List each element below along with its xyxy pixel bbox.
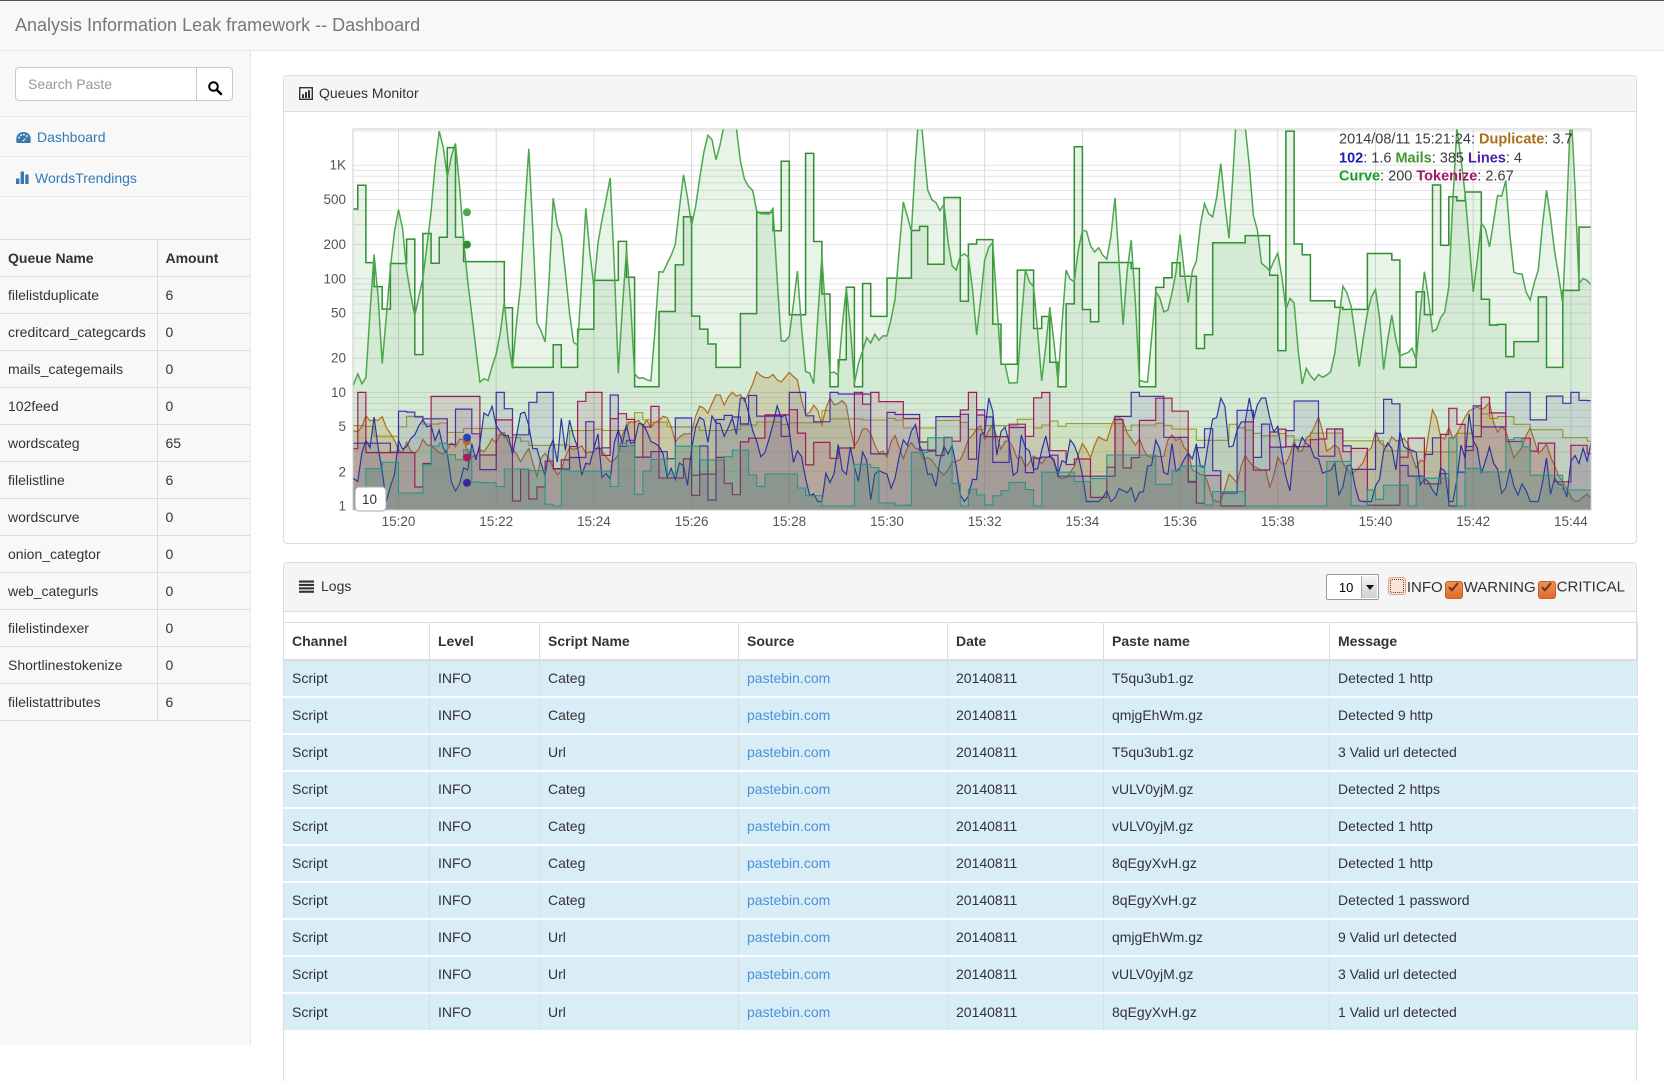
svg-text:50: 50 (331, 306, 346, 321)
svg-text:200: 200 (323, 237, 346, 252)
svg-text:10: 10 (331, 385, 346, 400)
svg-text:102: 1.6 Mails: 385 Lines: 4: 102: 1.6 Mails: 385 Lines: 4 (1339, 151, 1522, 167)
svg-text:2: 2 (338, 464, 346, 479)
svg-text:15:26: 15:26 (675, 514, 709, 529)
svg-text:100: 100 (323, 271, 346, 286)
svg-text:Curve: 200 Tokenize: 2.67: Curve: 200 Tokenize: 2.67 (1339, 169, 1514, 185)
svg-text:15:32: 15:32 (968, 514, 1002, 529)
svg-text:15:28: 15:28 (772, 514, 806, 529)
svg-text:15:30: 15:30 (870, 514, 904, 529)
svg-text:5: 5 (338, 419, 346, 434)
svg-text:15:36: 15:36 (1163, 514, 1197, 529)
svg-text:10: 10 (362, 492, 377, 507)
svg-text:15:38: 15:38 (1261, 514, 1295, 529)
svg-text:15:42: 15:42 (1456, 514, 1490, 529)
svg-text:15:34: 15:34 (1066, 514, 1100, 529)
svg-text:15:44: 15:44 (1554, 514, 1588, 529)
svg-text:15:20: 15:20 (382, 514, 416, 529)
svg-text:1: 1 (338, 499, 346, 514)
svg-text:15:22: 15:22 (479, 514, 513, 529)
svg-text:500: 500 (323, 192, 346, 207)
svg-text:20: 20 (331, 351, 346, 366)
svg-text:2014/08/11 15:21:24: Duplicate: 2014/08/11 15:21:24: Duplicate: 3.7 (1339, 132, 1573, 148)
svg-text:15:24: 15:24 (577, 514, 611, 529)
svg-text:15:40: 15:40 (1359, 514, 1393, 529)
svg-text:1K: 1K (329, 158, 346, 173)
